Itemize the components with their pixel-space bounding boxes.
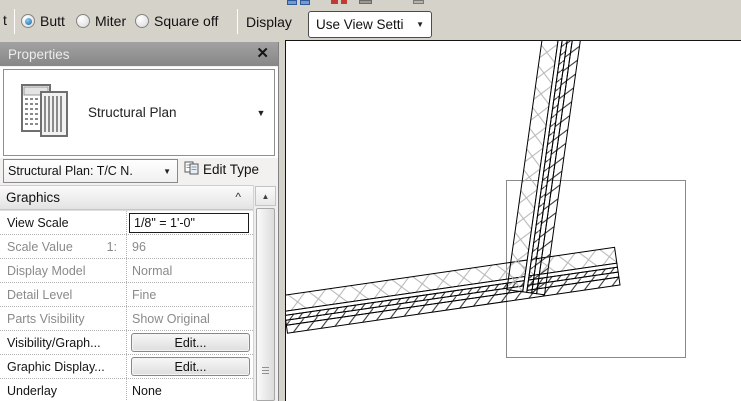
chevron-down-icon: ▼: [416, 20, 424, 29]
property-label: Scale Value 1:: [0, 235, 127, 258]
property-row-scale-value: Scale Value 1: 96: [0, 235, 253, 259]
property-value: Show Original: [132, 311, 210, 326]
type-row: Structural Plan: T/C N. ▼ Edit Type: [0, 158, 278, 185]
scrollbar-up-arrow-icon[interactable]: ▲: [255, 186, 276, 206]
radio-miter[interactable]: Miter: [76, 13, 126, 29]
property-value: None: [132, 383, 162, 398]
options-separator: [14, 9, 15, 34]
radio-butt-label: Butt: [40, 13, 65, 29]
edit-type-button[interactable]: Edit Type: [184, 161, 259, 178]
chevron-down-icon[interactable]: ▼: [248, 108, 274, 118]
property-row-detail-level: Detail Level Fine: [0, 283, 253, 307]
view-scale-input[interactable]: 1/8" = 1'-0": [129, 212, 249, 233]
radio-miter-circle-icon[interactable]: [76, 14, 90, 28]
property-label: Graphic Display...: [0, 355, 127, 378]
property-label: Display Model: [0, 259, 127, 282]
property-value: Normal: [132, 263, 173, 278]
property-label: Underlay: [0, 379, 127, 401]
type-selector-box[interactable]: Structural Plan ▼: [3, 69, 275, 156]
clipped-ribbon-icon: [287, 0, 297, 5]
property-value: 96: [132, 239, 146, 254]
clipped-option-text: t: [3, 12, 7, 28]
plan-view-svg: [281, 34, 686, 358]
scrollbar-thumb[interactable]: [256, 208, 275, 401]
clipped-ribbon-icon: [341, 0, 347, 4]
radio-butt[interactable]: Butt: [21, 13, 65, 29]
properties-titlebar[interactable]: Properties ✕: [0, 42, 278, 66]
property-value: Fine: [132, 287, 157, 302]
property-row-display-model: Display Model Normal: [0, 259, 253, 283]
revit-window: t Butt Miter Square off Display Use View…: [0, 0, 741, 401]
collapse-chevron-icon[interactable]: ^: [235, 190, 241, 204]
property-row-graphic-display: Graphic Display... Edit...: [0, 355, 253, 379]
close-icon[interactable]: ✕: [256, 44, 269, 62]
clipped-ribbon-icon: [359, 0, 372, 4]
radio-miter-label: Miter: [95, 13, 127, 29]
chevron-down-icon: ▼: [163, 166, 171, 176]
radio-square-off[interactable]: Square off: [135, 13, 218, 29]
property-row-visibility-graphics: Visibility/Graph... Edit...: [0, 331, 253, 355]
structural-plan-icon: [4, 70, 88, 155]
property-label: Visibility/Graph...: [0, 331, 127, 354]
property-row-parts-visibility: Parts Visibility Show Original: [0, 307, 253, 331]
clipped-ribbon-icon: [413, 0, 424, 4]
type-selector[interactable]: Structural Plan ▼: [0, 67, 278, 158]
property-grid: View Scale 1/8" = 1'-0" Scale Value 1: 9…: [0, 210, 253, 401]
radio-square-off-circle-icon[interactable]: [135, 14, 149, 28]
property-label: Detail Level: [0, 283, 127, 306]
options-separator: [237, 9, 238, 34]
properties-title: Properties: [8, 46, 70, 62]
clipped-ribbon-icon: [331, 0, 338, 4]
drawing-area[interactable]: [281, 34, 741, 401]
clipped-ribbon-icon: [300, 0, 310, 5]
property-label-suffix: 1:: [106, 239, 117, 254]
property-row-view-scale: View Scale 1/8" = 1'-0": [0, 211, 253, 235]
type-selector-label: Structural Plan: [88, 105, 177, 120]
section-title: Graphics: [6, 190, 61, 205]
visibility-graphics-edit-button[interactable]: Edit...: [131, 333, 250, 352]
graphic-display-edit-button[interactable]: Edit...: [131, 357, 250, 376]
properties-scrollbar[interactable]: ▲: [253, 185, 277, 401]
property-label: View Scale: [0, 211, 127, 234]
radio-butt-circle-icon[interactable]: [21, 14, 35, 28]
display-dropdown-value: Use View Setti: [316, 17, 404, 32]
edit-type-label: Edit Type: [203, 162, 260, 177]
instance-type-dropdown[interactable]: Structural Plan: T/C N. ▼: [3, 159, 178, 183]
wall-horizontal[interactable]: [281, 246, 621, 334]
scrollbar-grip-icon: [262, 367, 269, 375]
radio-square-off-label: Square off: [154, 13, 219, 29]
edit-type-icon: [184, 161, 199, 178]
instance-type-value: Structural Plan: T/C N.: [8, 164, 133, 178]
display-label: Display: [246, 14, 292, 30]
display-dropdown[interactable]: Use View Setti ▼: [308, 11, 432, 38]
properties-panel: Properties ✕ Structural Plan ▼ Structura…: [0, 42, 279, 401]
section-header-graphics[interactable]: Graphics ^: [0, 185, 253, 210]
property-row-underlay: Underlay None: [0, 379, 253, 401]
property-label: Parts Visibility: [0, 307, 127, 330]
